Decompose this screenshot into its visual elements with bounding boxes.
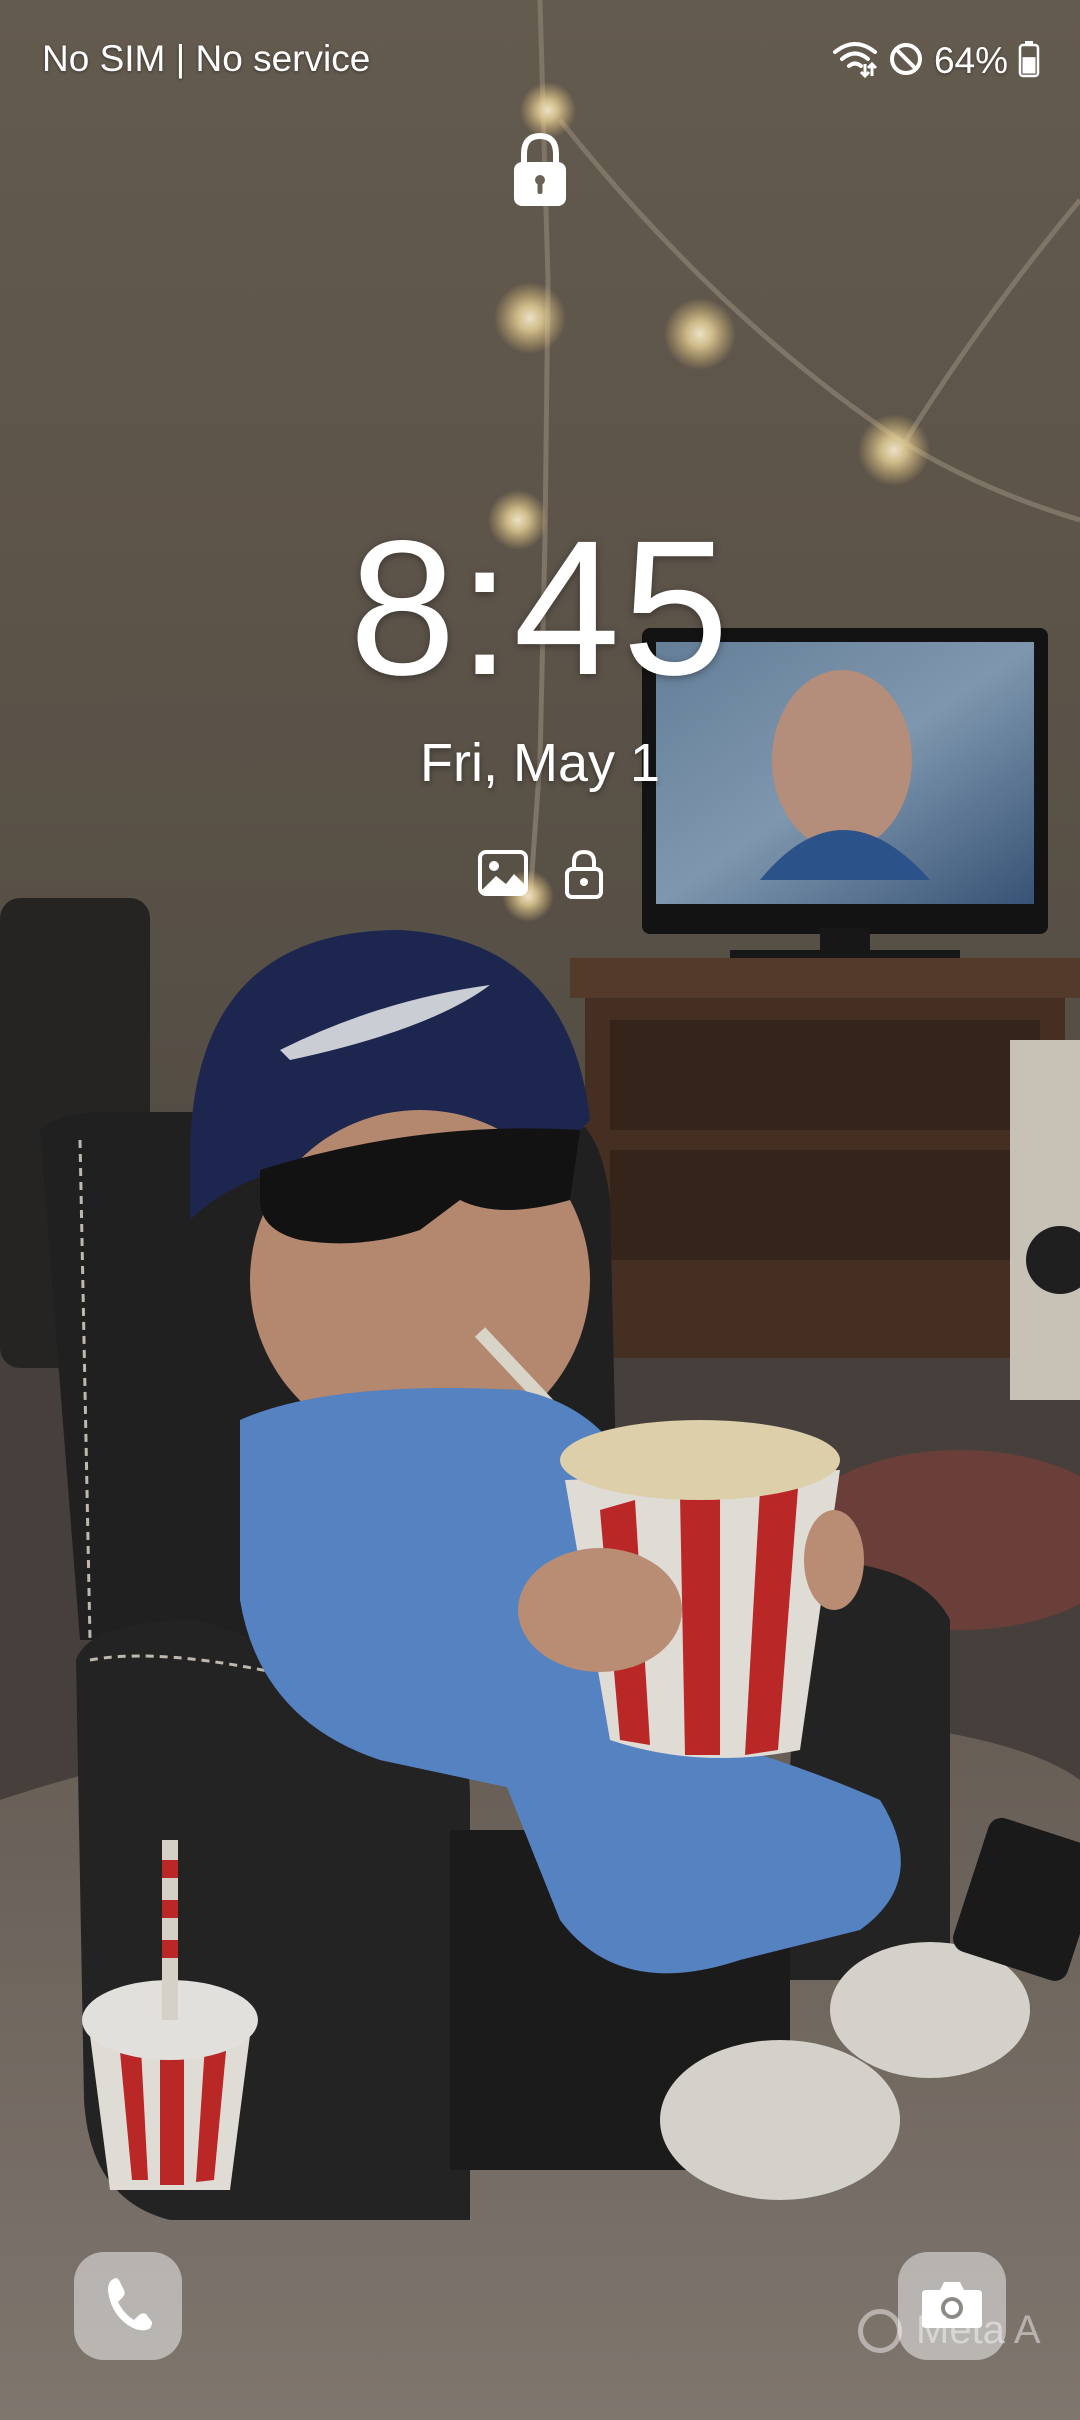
lock-date: Fri, May 1 <box>419 733 661 793</box>
phone-shortcut-button[interactable] <box>74 2252 182 2360</box>
lock-icon[interactable] <box>556 846 612 902</box>
lock-clock: 8:45 <box>349 500 731 715</box>
lock-icon[interactable] <box>512 132 568 208</box>
meta-ai-watermark: Meta A <box>858 2308 1041 2353</box>
lock-widgets <box>476 846 612 902</box>
wifi-calling-icon <box>832 40 878 83</box>
meta-ai-logo-icon <box>858 2308 902 2353</box>
phone-icon <box>102 2274 154 2339</box>
do-not-disturb-icon <box>888 41 924 82</box>
carrier-status: No SIM | No service <box>42 38 371 79</box>
battery-percent: 64% <box>933 40 1008 81</box>
gallery-icon[interactable] <box>476 846 532 902</box>
battery-icon <box>1018 40 1040 83</box>
meta-watermark-text: Meta A <box>916 2308 1041 2352</box>
status-bar: No SIM | No service 64% <box>0 0 1080 120</box>
status-icons: 64% <box>832 36 1040 86</box>
wallpaper-image <box>0 0 1080 2420</box>
